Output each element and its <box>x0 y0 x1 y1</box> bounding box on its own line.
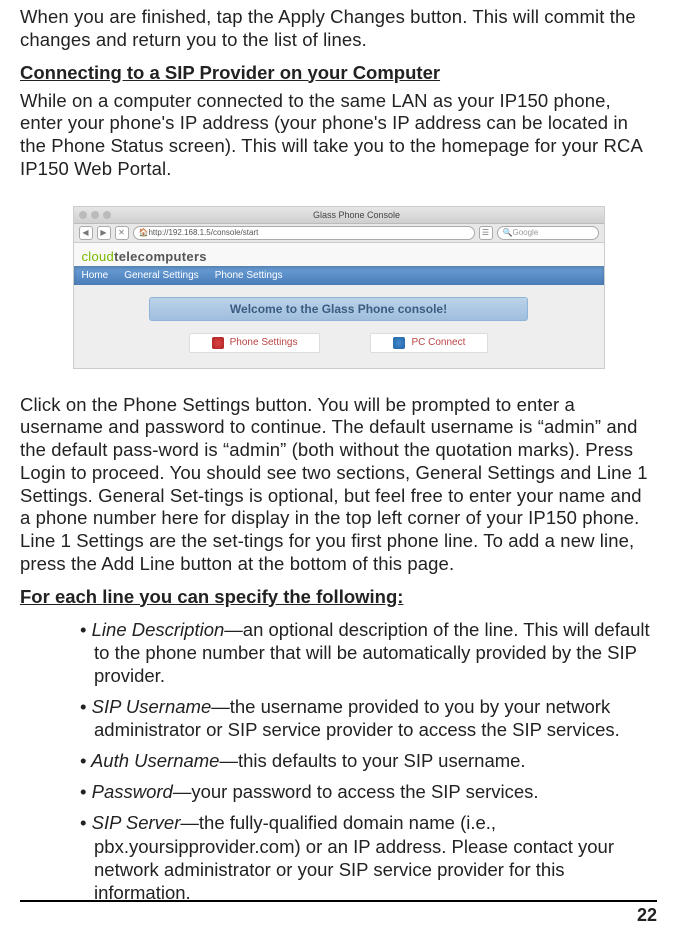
paragraph-lan: While on a computer connected to the sam… <box>20 90 657 181</box>
list-item: • SIP Username—the username provided to … <box>80 695 657 741</box>
logo-part2: telecomputers <box>114 249 207 264</box>
url-text: http://192.168.1.5/console/start <box>148 228 258 237</box>
phone-settings-icon <box>212 337 224 349</box>
term: Auth Username <box>86 750 219 771</box>
pc-connect-button: PC Connect <box>370 333 488 353</box>
welcome-banner: Welcome to the Glass Phone console! <box>149 297 528 321</box>
footer-rule <box>20 900 657 902</box>
nav-phone: Phone Settings <box>215 270 283 281</box>
list-item: • SIP Server—the fully-qualified domain … <box>80 811 657 904</box>
term: SIP Username <box>86 696 211 717</box>
list-item: • Auth Username—this defaults to your SI… <box>80 749 657 772</box>
bullet-list: • Line Description—an optional descripti… <box>20 618 657 904</box>
portal-nav: Home General Settings Phone Settings <box>74 266 604 285</box>
back-icon: ◀ <box>79 226 93 240</box>
traffic-light-icon <box>91 211 99 219</box>
nav-general: General Settings <box>124 270 199 281</box>
heading-connecting: Connecting to a SIP Provider on your Com… <box>20 62 657 84</box>
forward-icon: ▶ <box>97 226 111 240</box>
page-number: 22 <box>637 905 657 926</box>
definition: —this defaults to your SIP username. <box>219 750 525 771</box>
definition: —your password to access the SIP service… <box>173 781 539 802</box>
pc-connect-icon <box>393 337 405 349</box>
search-field: 🔍 Google <box>497 226 599 240</box>
term: Line Description <box>92 619 225 640</box>
window-titlebar: Glass Phone Console <box>74 207 604 224</box>
portal-content: Welcome to the Glass Phone console! Phon… <box>74 285 604 368</box>
window-title: Glass Phone Console <box>115 210 599 220</box>
url-field: 🏠 http://192.168.1.5/console/start <box>133 226 475 240</box>
reader-icon: ☰ <box>479 226 493 240</box>
term: Password <box>86 781 172 802</box>
phone-settings-button: Phone Settings <box>189 333 321 353</box>
nav-home: Home <box>82 270 109 281</box>
traffic-light-icon <box>103 211 111 219</box>
button-label: Phone Settings <box>230 337 298 348</box>
reload-icon: ✕ <box>115 226 129 240</box>
list-item: • Line Description—an optional descripti… <box>80 618 657 687</box>
traffic-light-icon <box>79 211 87 219</box>
paragraph-intro: When you are finished, tap the Apply Cha… <box>20 6 657 52</box>
logo-part1: cloud <box>82 249 115 264</box>
portal-logo: cloudtelecomputers <box>74 243 604 266</box>
list-item: • Password—your password to access the S… <box>80 780 657 803</box>
term: SIP Server <box>86 812 180 833</box>
button-label: PC Connect <box>411 337 465 348</box>
screenshot-web-portal: Glass Phone Console ◀ ▶ ✕ 🏠 http://192.1… <box>73 206 605 369</box>
paragraph-settings: Click on the Phone Settings button. You … <box>20 394 657 576</box>
heading-each-line: For each line you can specify the follow… <box>20 586 657 608</box>
search-placeholder: Google <box>512 228 538 237</box>
browser-toolbar: ◀ ▶ ✕ 🏠 http://192.168.1.5/console/start… <box>74 224 604 243</box>
portal-buttons: Phone Settings PC Connect <box>74 333 604 353</box>
document-page: When you are finished, tap the Apply Cha… <box>0 6 677 932</box>
